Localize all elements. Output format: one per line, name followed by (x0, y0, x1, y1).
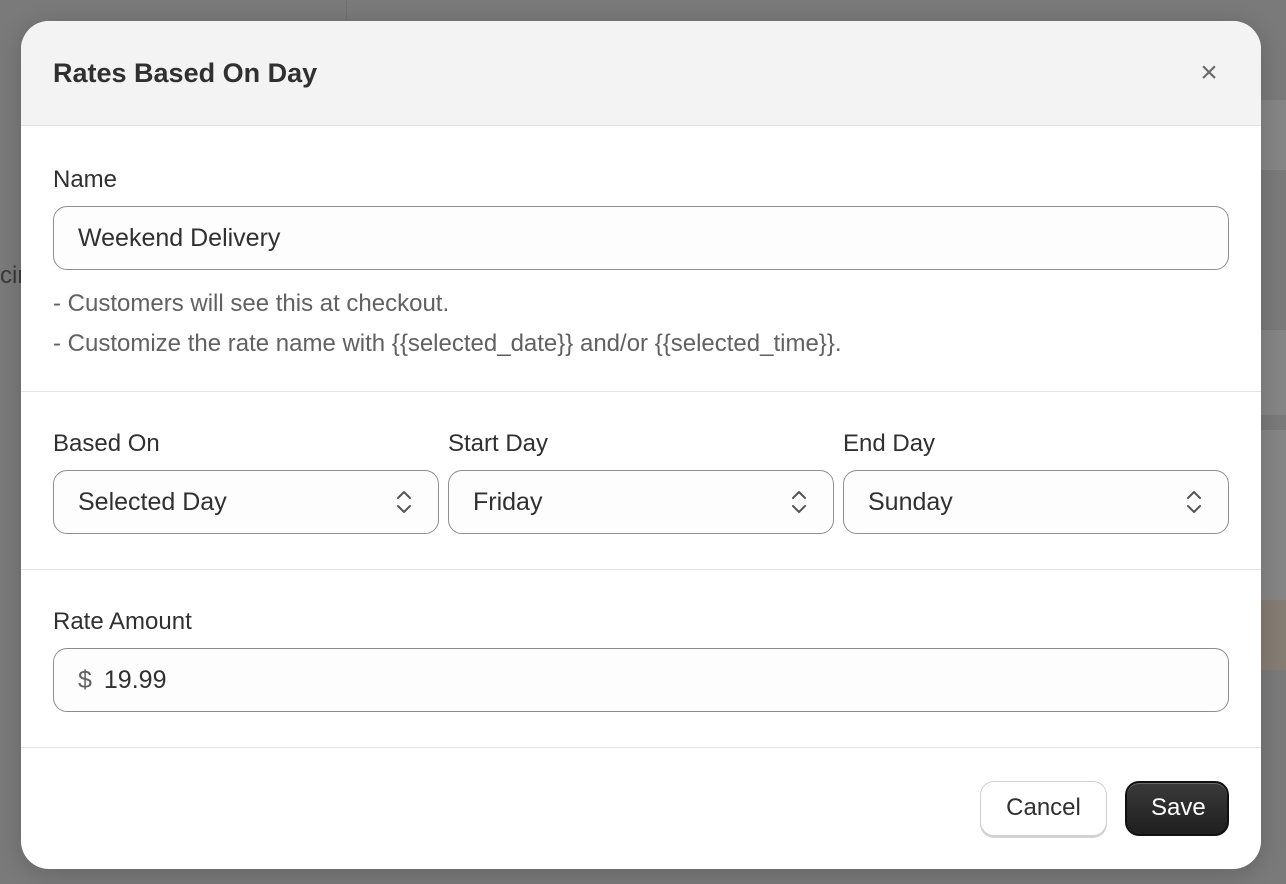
based-on-label: Based On (53, 430, 160, 457)
days-section: Based On Selected Day Start Day Friday E… (21, 392, 1261, 570)
close-icon: × (1200, 56, 1218, 89)
end-day-field: End Day Sunday (843, 430, 1229, 534)
based-on-value: Selected Day (78, 487, 227, 516)
close-button[interactable]: × (1189, 53, 1229, 93)
start-day-value: Friday (473, 487, 543, 516)
modal-header: Rates Based On Day × (21, 21, 1261, 126)
end-day-label: End Day (843, 430, 936, 457)
cancel-button[interactable]: Cancel (980, 780, 1107, 836)
rate-amount-value: 19.99 (103, 665, 167, 694)
rate-amount-input[interactable]: $ 19.99 (53, 648, 1229, 712)
based-on-select[interactable]: Selected Day (53, 470, 439, 534)
start-day-label: Start Day (448, 430, 549, 457)
end-day-value: Sunday (868, 487, 953, 516)
modal-footer: Cancel Save (21, 748, 1261, 868)
background-divider (346, 0, 347, 20)
currency-prefix: $ (78, 665, 92, 694)
background-panel (1260, 600, 1286, 670)
name-section: Name Weekend Delivery - Customers will s… (21, 126, 1261, 392)
name-input-value: Weekend Delivery (78, 223, 281, 252)
name-help-text: - Customers will see this at checkout. -… (53, 284, 1229, 364)
background-panel (1260, 330, 1286, 415)
rate-amount-label: Rate Amount (53, 608, 192, 635)
save-button[interactable]: Save (1125, 780, 1229, 836)
start-day-field: Start Day Friday (448, 430, 834, 534)
based-on-field: Based On Selected Day (53, 430, 439, 534)
start-day-select[interactable]: Friday (448, 470, 834, 534)
chevron-up-down-icon (792, 491, 806, 513)
chevron-up-down-icon (397, 491, 411, 513)
name-input[interactable]: Weekend Delivery (53, 206, 1229, 270)
help-line: - Customize the rate name with {{selecte… (53, 330, 842, 357)
modal-title: Rates Based On Day (53, 57, 318, 88)
background-panel (1260, 430, 1286, 600)
help-line: - Customers will see this at checkout. (53, 290, 450, 317)
chevron-up-down-icon (1187, 491, 1201, 513)
end-day-select[interactable]: Sunday (843, 470, 1229, 534)
background-panel (1260, 100, 1286, 170)
rates-modal: Rates Based On Day × Name Weekend Delive… (21, 21, 1261, 869)
rate-section: Rate Amount $ 19.99 (21, 570, 1261, 748)
name-label: Name (53, 166, 118, 193)
